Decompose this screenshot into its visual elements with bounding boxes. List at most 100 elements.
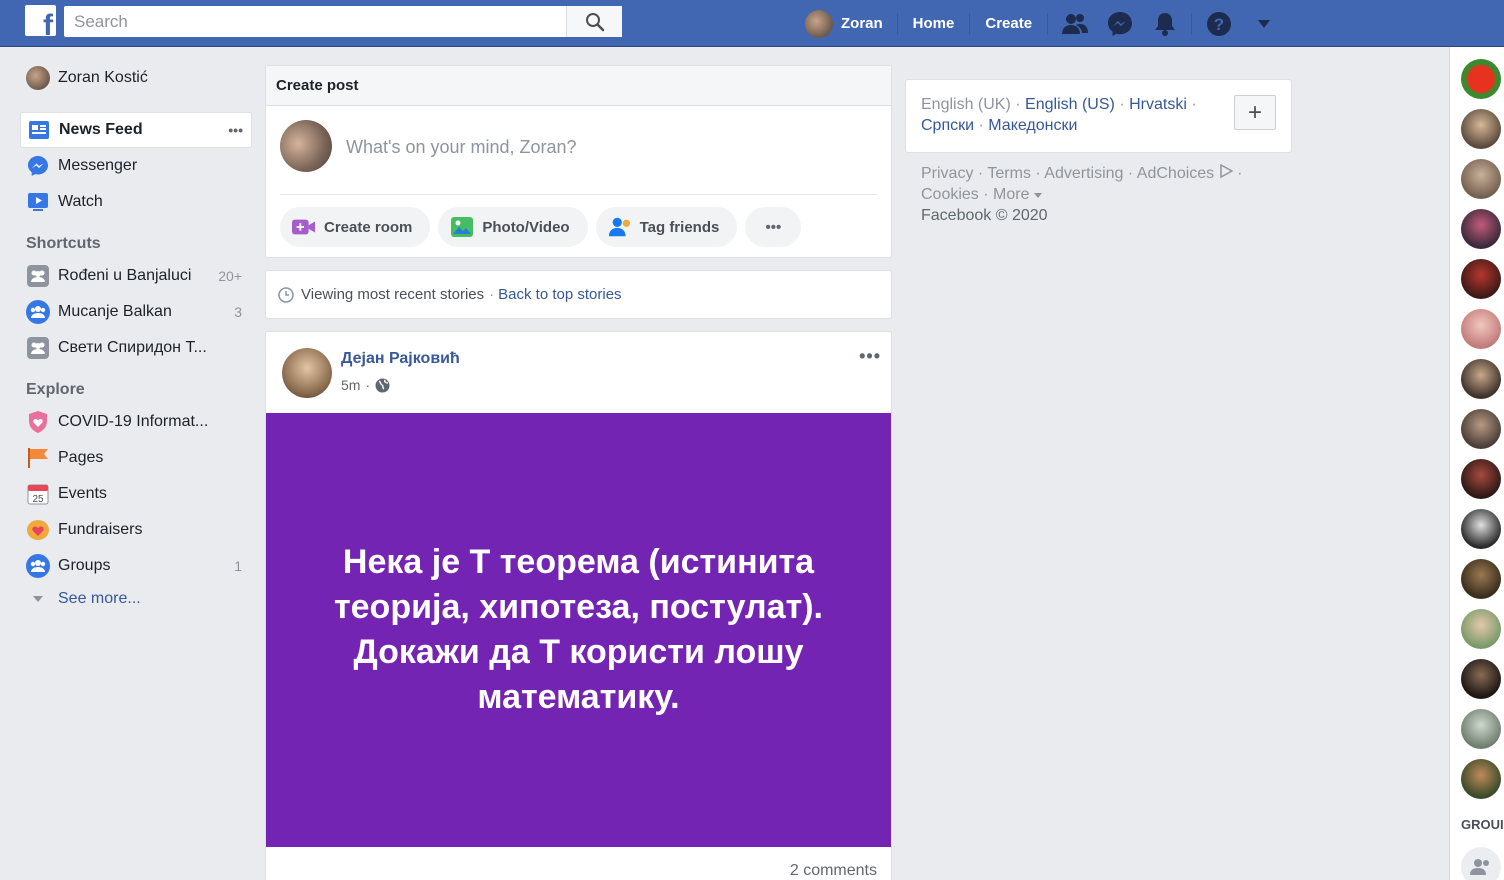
caret-down-icon (1257, 19, 1270, 28)
avatar[interactable] (282, 348, 332, 398)
shortcuts-heading: Shortcuts (26, 235, 101, 252)
svg-text:25: 25 (32, 494, 44, 505)
footer-link-cookies[interactable]: Cookies (921, 186, 979, 203)
chat-contact-avatar[interactable] (1461, 359, 1501, 399)
chat-contact-avatar[interactable] (1461, 259, 1501, 299)
footer-link-terms[interactable]: Terms (987, 165, 1031, 182)
language-selector-card: English (UK) · English (US) · Hrvatski ·… (905, 79, 1292, 153)
composer-actions: Create room Photo/Video Tag friends ••• (280, 207, 802, 247)
chat-contact-avatar[interactable] (1461, 59, 1501, 99)
help-button[interactable]: ? (1196, 0, 1241, 47)
search-input[interactable] (64, 6, 564, 37)
sidebar-item-label: COVID-19 Informat... (58, 413, 209, 430)
avatar (805, 9, 833, 38)
recent-stories-bar: Viewing most recent stories · Back to to… (265, 270, 892, 319)
footer-link-advertising[interactable]: Advertising (1044, 165, 1123, 182)
language-link[interactable]: Hrvatski (1129, 96, 1187, 113)
sidebar-explore-fundraisers[interactable]: Fundraisers (20, 512, 252, 548)
footer-link-adchoices[interactable]: AdChoices (1137, 165, 1214, 182)
sidebar-item-label: Watch (58, 193, 103, 210)
sidebar-item-label: Groups (58, 557, 111, 574)
sidebar-explore-covid[interactable]: COVID-19 Informat... (20, 404, 252, 440)
footer-link-privacy[interactable]: Privacy (921, 165, 973, 182)
groups-icon (26, 554, 50, 578)
create-group-button[interactable] (1461, 847, 1501, 880)
chat-contact-avatar[interactable] (1461, 459, 1501, 499)
chat-contact-avatar[interactable] (1461, 209, 1501, 249)
language-link[interactable]: Македонски (988, 117, 1077, 134)
composer-placeholder[interactable]: What's on your mind, Zoran? (346, 137, 577, 158)
sidebar-explore-pages[interactable]: Pages (20, 440, 252, 476)
language-link[interactable]: Српски (921, 117, 974, 134)
add-language-button[interactable]: + (1234, 95, 1276, 130)
chevron-down-icon (26, 587, 50, 611)
chat-contact-avatar[interactable] (1461, 759, 1501, 799)
create-post-card: Create post What's on your mind, Zoran? … (265, 65, 892, 258)
group-icon (26, 300, 50, 324)
sidebar-item-watch[interactable]: Watch (20, 184, 252, 220)
chat-contact-avatar[interactable] (1461, 109, 1501, 149)
separator-dot: · (1119, 96, 1130, 113)
photo-icon (450, 215, 474, 239)
chat-contact-avatar[interactable] (1461, 409, 1501, 449)
sidebar-shortcut-item[interactable]: Mucanje Balkan 3 (20, 294, 252, 330)
more-dots-icon: ••• (765, 218, 782, 236)
tag-friends-button[interactable]: Tag friends (595, 207, 738, 247)
language-link[interactable]: English (US) (1025, 96, 1115, 113)
sidebar-shortcut-item[interactable]: Rođeni u Banjaluci 20+ (20, 258, 252, 294)
sidebar-item-news-feed[interactable]: News Feed ••• (20, 112, 252, 148)
post-body-text: Нека је Т теорема (истинита теорија, хип… (334, 543, 823, 716)
post-author-link[interactable]: Дејан Рајковић (341, 350, 460, 368)
create-room-button[interactable]: Create room (280, 207, 431, 247)
chat-contact-avatar[interactable] (1461, 659, 1501, 699)
post-timestamp[interactable]: 5m (341, 377, 360, 393)
avatar (280, 120, 332, 172)
messenger-icon (26, 154, 50, 178)
see-more-link[interactable]: See more... (20, 584, 252, 614)
group-icon (26, 264, 50, 288)
sidebar-profile-link[interactable]: Zoran Kostić (20, 60, 252, 96)
flag-icon (26, 446, 50, 470)
friend-requests-button[interactable] (1052, 0, 1097, 47)
nav-create-link[interactable]: Create (970, 12, 1049, 35)
watch-icon (26, 190, 50, 214)
footer-link-more[interactable]: More (993, 186, 1029, 203)
account-menu-button[interactable] (1241, 0, 1286, 47)
notifications-button[interactable] (1142, 0, 1187, 47)
sidebar-profile-name: Zoran Kostić (58, 69, 148, 86)
chat-contact-avatar[interactable] (1461, 159, 1501, 199)
photo-video-button[interactable]: Photo/Video (438, 207, 588, 247)
nav-profile-link[interactable]: Zoran (805, 9, 898, 38)
language-list: English (UK) · English (US) · Hrvatski ·… (921, 94, 1231, 136)
sidebar-explore-groups[interactable]: Groups 1 (20, 548, 252, 584)
logo-letter: f (43, 9, 53, 37)
adchoices-icon (1219, 163, 1234, 179)
chat-contact-avatar[interactable] (1461, 309, 1501, 349)
left-sidebar: Zoran Kostić News Feed ••• Messenger Wat… (20, 60, 252, 614)
divider (280, 194, 877, 195)
copyright: Facebook © 2020 (921, 207, 1048, 224)
nav-home-link[interactable]: Home (898, 12, 971, 35)
chat-groups-heading: GROUI (1461, 817, 1504, 832)
composer-more-button[interactable]: ••• (745, 207, 802, 247)
chat-contact-avatar[interactable] (1461, 709, 1501, 749)
chat-contact-avatar[interactable] (1461, 509, 1501, 549)
sidebar-shortcut-item[interactable]: Свети Спиридон Т... (20, 330, 252, 366)
composer[interactable]: What's on your mind, Zoran? (266, 106, 891, 196)
group-icon (26, 336, 50, 360)
chat-sidebar: GROUI (1449, 47, 1504, 880)
messenger-button[interactable] (1097, 0, 1142, 47)
news-feed-more-button[interactable]: ••• (228, 122, 243, 138)
post-menu-button[interactable]: ••• (859, 346, 881, 367)
back-to-top-stories-link[interactable]: Back to top stories (498, 286, 621, 303)
chat-contact-avatar[interactable] (1461, 559, 1501, 599)
avatar (26, 66, 50, 90)
sidebar-explore-events[interactable]: 25 Events (20, 476, 252, 512)
comments-count-link[interactable]: 2 comments (790, 862, 877, 880)
heart-shield-icon (26, 410, 50, 434)
sidebar-item-messenger[interactable]: Messenger (20, 148, 252, 184)
fundraiser-heart-icon (26, 518, 50, 542)
facebook-logo[interactable]: f (25, 5, 56, 36)
chat-contact-avatar[interactable] (1461, 609, 1501, 649)
search-button[interactable] (566, 6, 622, 37)
